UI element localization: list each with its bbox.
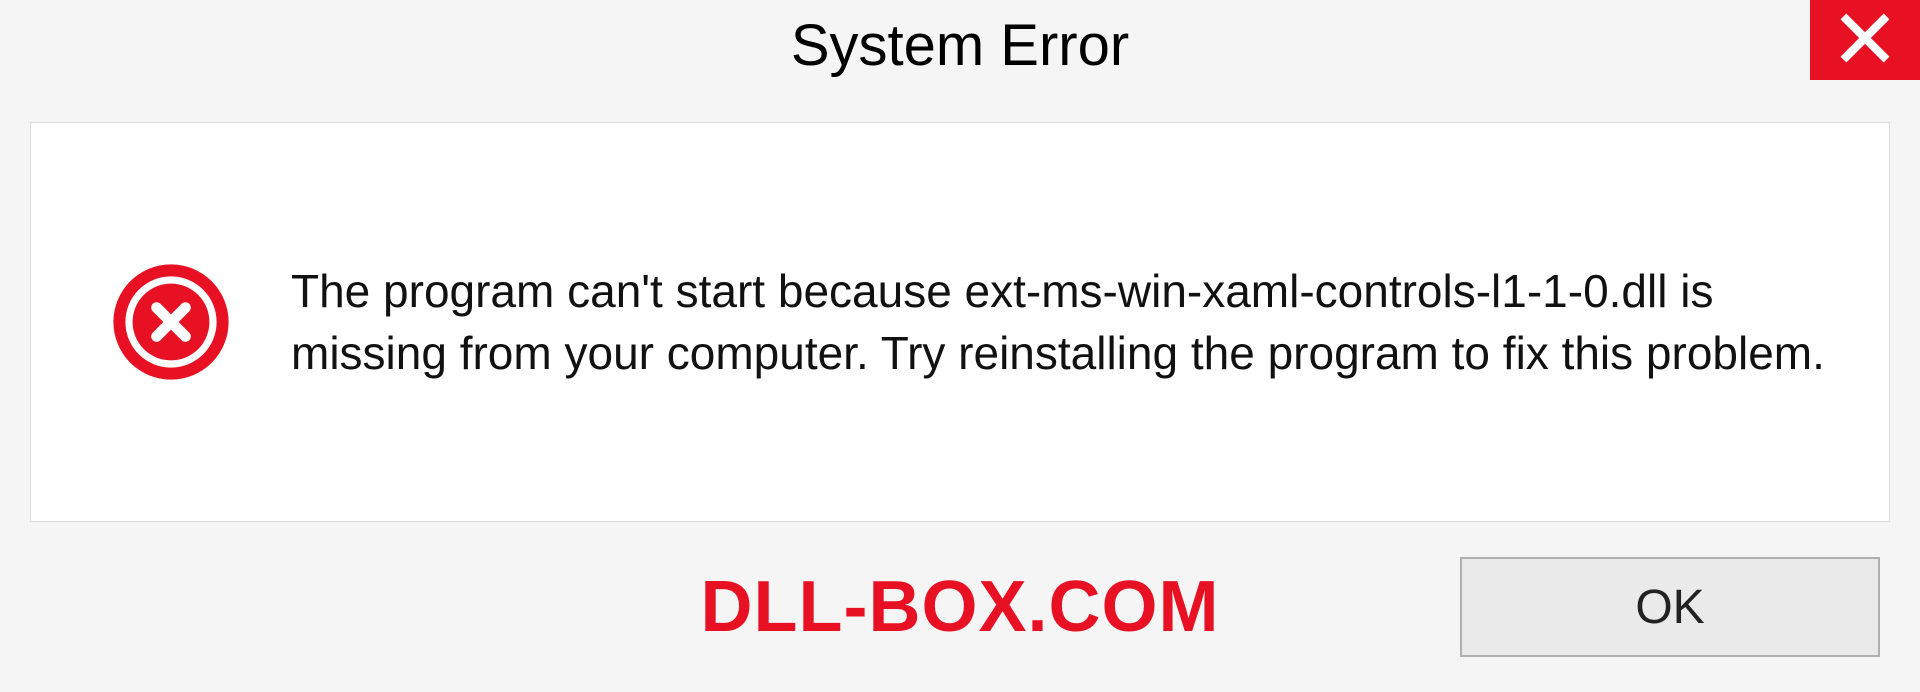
- dialog-footer: DLL-BOX.COM OK: [0, 522, 1920, 692]
- close-button[interactable]: [1810, 0, 1920, 80]
- dialog-body: The program can't start because ext-ms-w…: [30, 122, 1890, 522]
- ok-button[interactable]: OK: [1460, 557, 1880, 657]
- error-dialog: System Error The program can't start bec…: [0, 0, 1920, 692]
- dialog-title: System Error: [791, 12, 1129, 79]
- watermark-text: DLL-BOX.COM: [701, 566, 1220, 648]
- error-icon: [111, 262, 231, 382]
- close-icon: [1837, 10, 1893, 71]
- error-message: The program can't start because ext-ms-w…: [291, 260, 1829, 384]
- titlebar: System Error: [0, 0, 1920, 100]
